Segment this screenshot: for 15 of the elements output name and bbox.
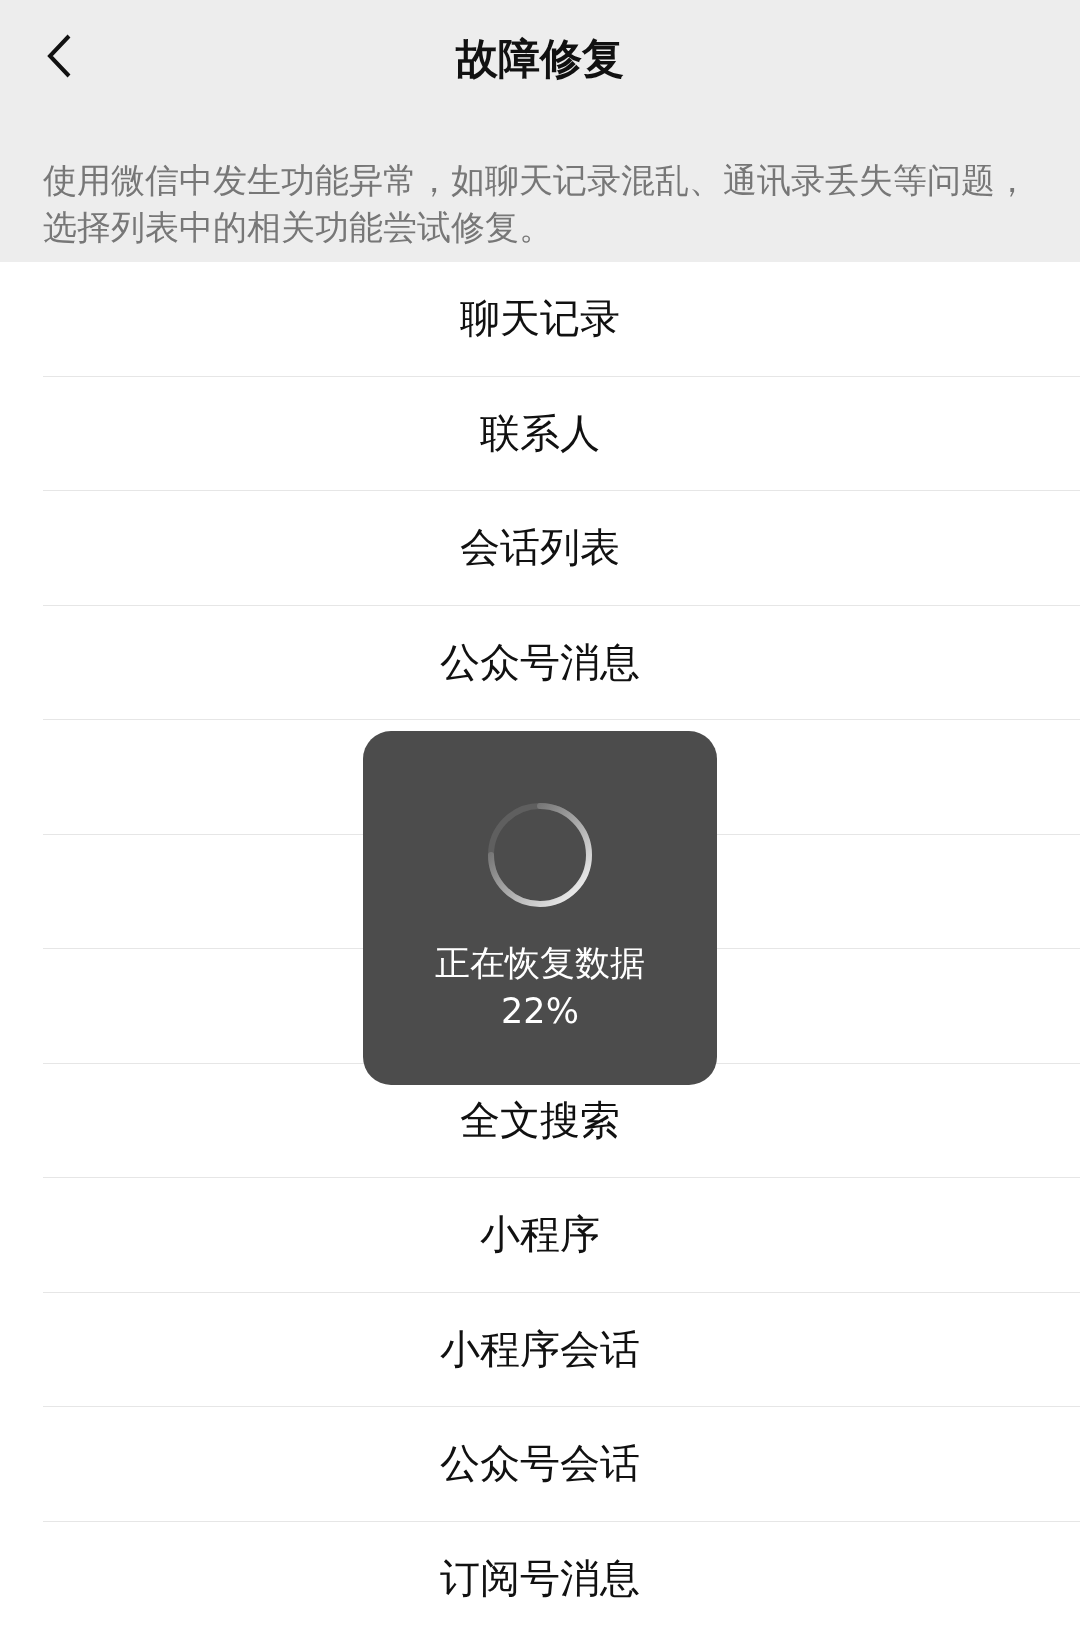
list-item[interactable]: 联系人 (480, 405, 600, 461)
back-icon (46, 33, 72, 79)
list-item[interactable]: 小程序 (480, 1207, 600, 1263)
list-item[interactable]: 公众号消息 (440, 634, 640, 690)
list-item[interactable]: 小程序会话 (440, 1321, 640, 1377)
spinner-icon (486, 801, 594, 909)
list-item[interactable]: 会话列表 (460, 520, 620, 576)
toast-message: 正在恢复数据 (435, 942, 645, 985)
list-item[interactable]: 聊天记录 (460, 291, 620, 347)
description-text: 使用微信中发生功能异常，如聊天记录混乱、通讯录丢失等问题，选择列表中的相关功能尝试修复。 (43, 159, 1030, 249)
list-item[interactable]: 全文搜索 (460, 1092, 620, 1148)
list-item[interactable]: 公众号会话 (440, 1436, 640, 1492)
page-title: 故障修复 (456, 33, 624, 85)
list-item[interactable]: 订阅号消息 (440, 1550, 640, 1606)
progress-text: 22% (501, 990, 579, 1033)
